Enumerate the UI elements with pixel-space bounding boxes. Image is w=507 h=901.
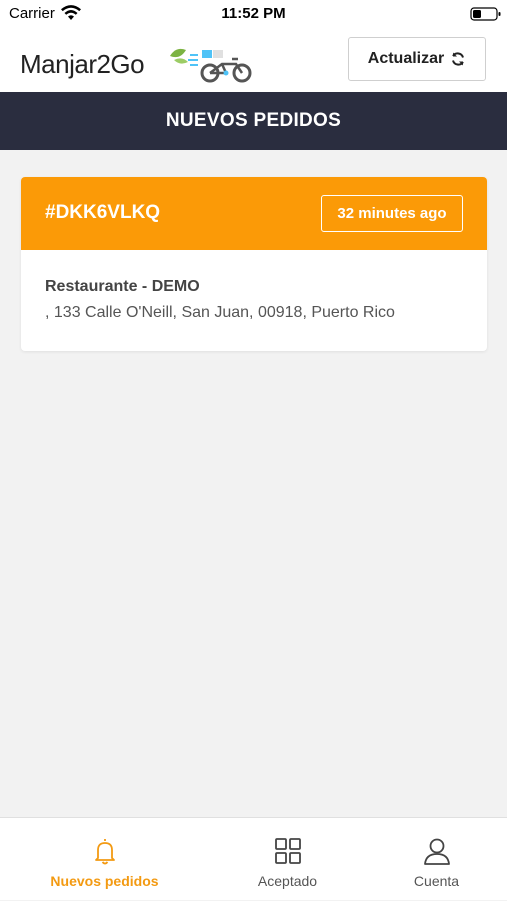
- order-card[interactable]: #DKK6VLKQ 32 minutes ago Restaurante - D…: [21, 177, 487, 351]
- app-logo: Manjar2Go: [20, 46, 260, 86]
- grid-icon: [274, 838, 301, 864]
- page-title: NUEVOS PEDIDOS: [0, 92, 507, 150]
- order-time-badge: 32 minutes ago: [321, 195, 463, 232]
- order-id: #DKK6VLKQ: [45, 202, 161, 223]
- bottom-nav: Nuevos pedidos Aceptado Cuenta: [0, 817, 507, 900]
- nav-label-cuenta: Cuenta: [413, 873, 460, 889]
- refresh-icon: [452, 52, 465, 66]
- bell-icon: [94, 839, 115, 865]
- nav-label-nuevos-pedidos: Nuevos pedidos: [50, 873, 159, 889]
- nav-label-aceptado: Aceptado: [257, 873, 318, 889]
- user-icon: [423, 838, 450, 865]
- status-time: 11:52 PM: [221, 5, 286, 22]
- bike-logo-icon: [170, 48, 252, 83]
- refresh-button[interactable]: Actualizar: [348, 37, 486, 81]
- nav-item-cuenta[interactable]: Cuenta: [352, 818, 507, 901]
- restaurant-name: Restaurante - DEMO: [45, 278, 200, 295]
- app-header: Carrier 11:52 PM Manjar2Go Actualizar: [0, 0, 507, 92]
- order-card-header: #DKK6VLKQ 32 minutes ago: [21, 177, 487, 250]
- refresh-button-label: Actualizar: [367, 50, 445, 67]
- logo-text: Manjar2Go: [20, 49, 145, 79]
- battery-icon: [470, 7, 501, 21]
- nav-item-nuevos-pedidos[interactable]: Nuevos pedidos: [20, 818, 189, 901]
- status-bar: Carrier 11:52 PM: [0, 0, 507, 28]
- restaurant-address: , 133 Calle O'Neill, San Juan, 00918, Pu…: [45, 304, 395, 321]
- nav-item-aceptado[interactable]: Aceptado: [203, 818, 372, 901]
